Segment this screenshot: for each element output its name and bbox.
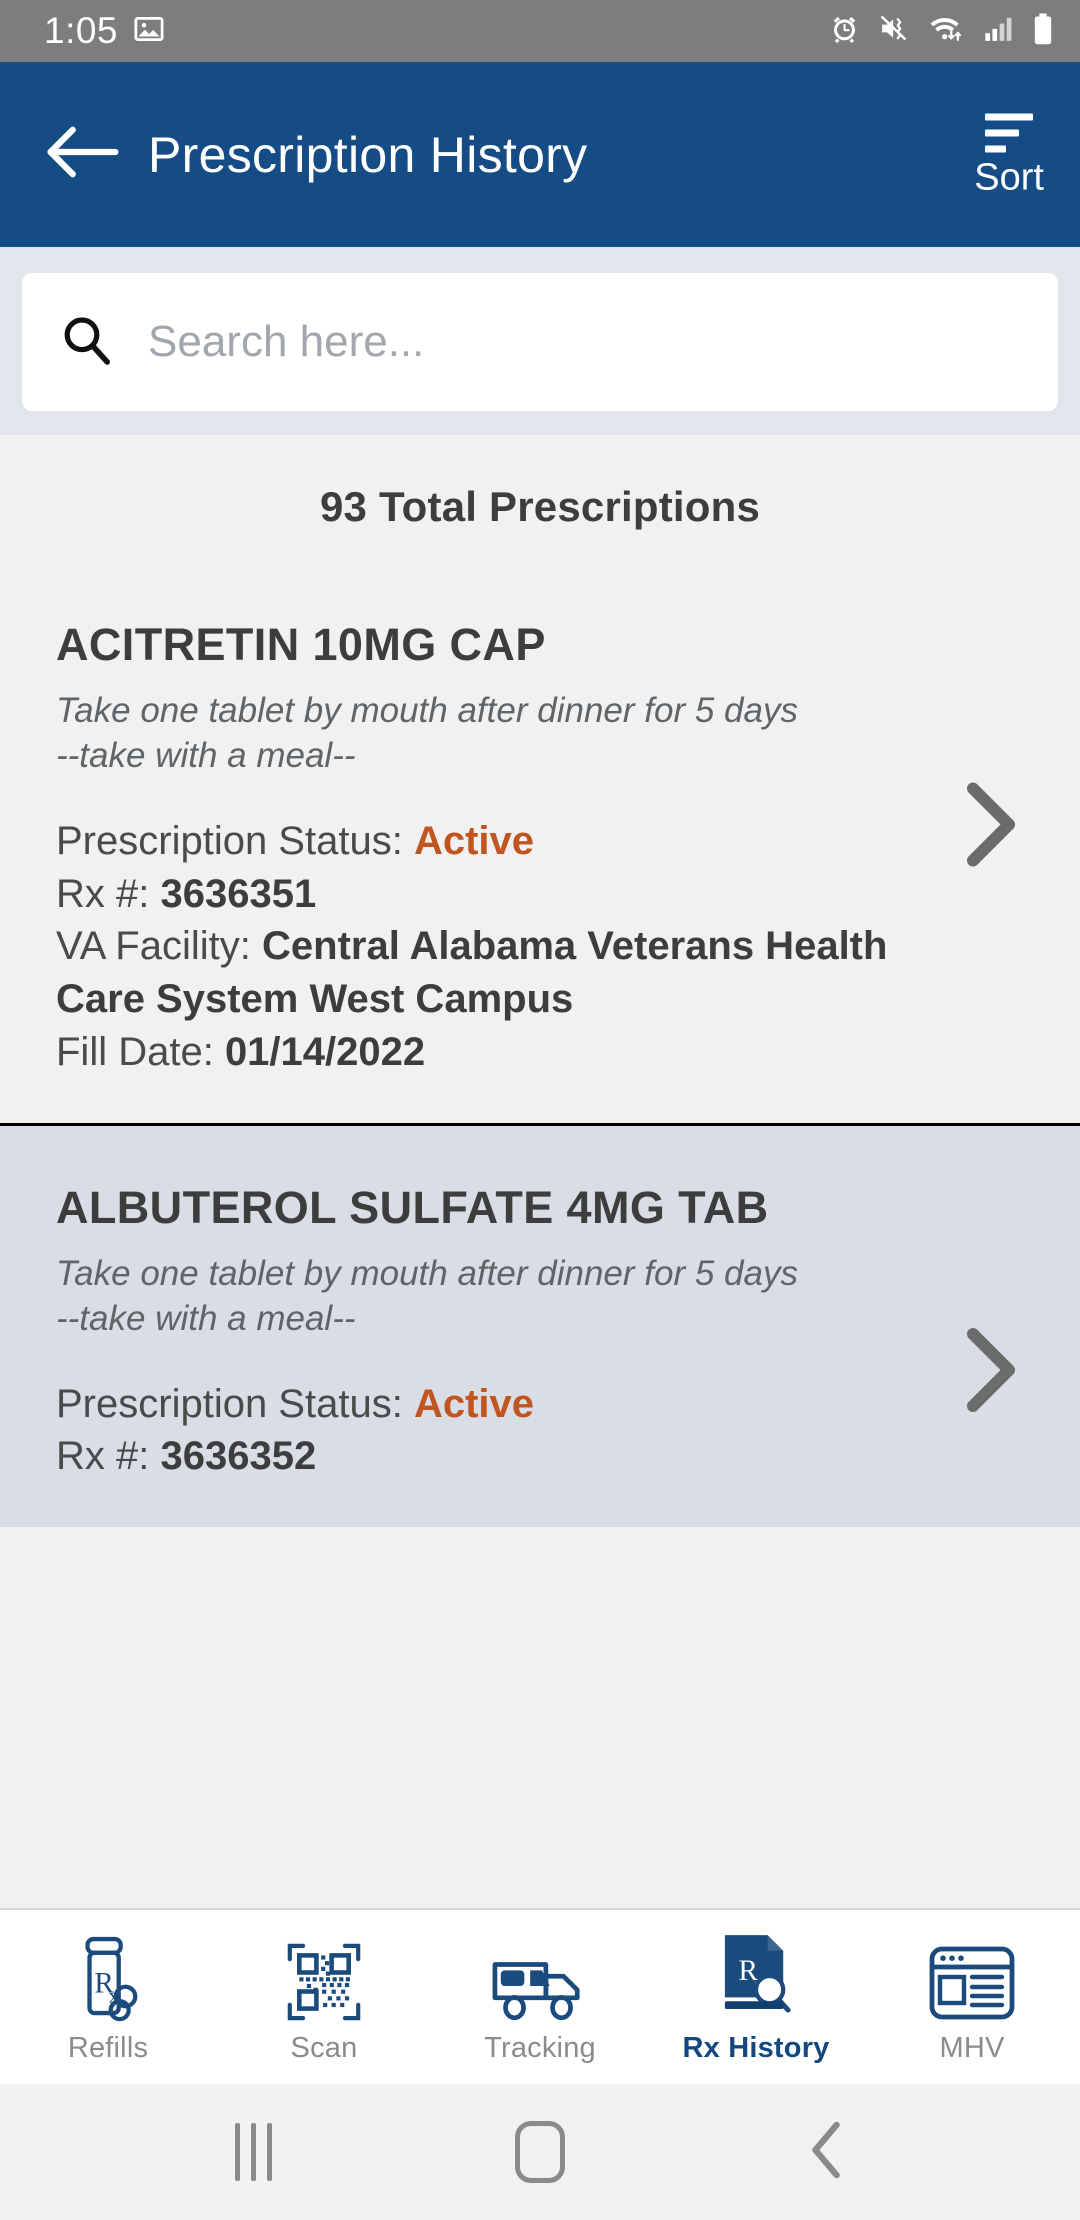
prescription-sig-line2: --take with a meal-- [56,735,356,775]
prescription-sig-line1: Take one tablet by mouth after dinner fo… [56,691,798,731]
prescription-sig: Take one tablet by mouth after dinner fo… [56,1252,816,1342]
rx-number-row: Rx #: 3636352 [56,1430,816,1483]
prescription-sig-line2: --take with a meal-- [56,1298,356,1338]
status-label: Prescription Status: [56,818,403,863]
recents-icon [234,2123,272,2181]
prescription-card[interactable]: ACITRETIN 10MG CAP Take one tablet by mo… [0,531,1080,1123]
status-badge: Active [413,1381,535,1426]
pill-bottle-rx-icon: Rx [71,1930,145,2022]
tab-mhv[interactable]: MHV [864,1910,1080,2084]
fill-date-label: Fill Date: [56,1029,214,1074]
sort-label: Sort [974,156,1044,198]
tab-refills[interactable]: Rx Refills [0,1910,216,2084]
prescription-sig-line1: Take one tablet by mouth after dinner fo… [56,1253,798,1293]
status-bar-clock: 1:05 [44,10,119,51]
status-label: Prescription Status: [56,1381,403,1426]
tab-label-mhv: MHV [939,2031,1005,2064]
search-input[interactable]: Search here... [148,317,424,367]
qr-code-icon [286,1930,362,2022]
rx-number-label: Rx #: [56,871,150,916]
status-badge: Active [413,818,535,863]
status-bar-left: 1:05 [44,10,164,52]
search-box[interactable]: Search here... [22,273,1058,411]
tab-label-rx-history: Rx History [682,2031,830,2064]
prescription-name: ALBUTEROL SULFATE 4MG TAB [56,1181,769,1233]
prescription-sig: Take one tablet by mouth after dinner fo… [56,689,901,779]
chevron-right-icon[interactable] [960,1324,1022,1421]
prescription-card-body: ALBUTEROL SULFATE 4MG TAB Take one table… [56,1182,816,1483]
bottom-tab-bar: Rx Refills Scan Tracking R Rx History MH… [0,1908,1080,2084]
prescription-list[interactable]: 93 Total Prescriptions ACITRETIN 10MG CA… [0,435,1080,1908]
rx-number-label: Rx #: [56,1434,150,1479]
home-icon [514,2121,565,2183]
vibrate-icon [878,12,911,50]
prescription-fields: Prescription Status: Active Rx #: 363635… [56,815,901,1079]
recents-button[interactable] [193,2092,313,2212]
prescription-card[interactable]: ALBUTEROL SULFATE 4MG TAB Take one table… [0,1122,1080,1528]
tab-scan[interactable]: Scan [216,1910,432,2084]
status-row: Prescription Status: Active [56,1378,816,1431]
browser-window-icon [928,1930,1016,2022]
tab-label-refills: Refills [67,2031,149,2064]
system-navigation-bar [0,2084,1080,2220]
rx-document-search-icon: R x [721,1930,791,2022]
prescription-card-body: ACITRETIN 10MG CAP Take one tablet by mo… [56,619,901,1079]
rx-number-value: 3636351 [160,871,317,916]
page-title: Prescription History [148,126,588,183]
fill-date-value: 01/14/2022 [224,1029,426,1074]
phone-screen: 1:05 Prescription History Sort Search he… [0,0,1080,2220]
search-section: Search here... [0,247,1080,435]
tab-label-tracking: Tracking [484,2031,596,2064]
facility-label: VA Facility: [56,924,251,969]
sort-button[interactable]: Sort [974,113,1044,196]
rx-number-value: 3636352 [160,1434,317,1479]
tab-rx-history[interactable]: R x Rx History [648,1910,864,2084]
tab-tracking[interactable]: Tracking [432,1910,648,2084]
battery-icon [1032,12,1054,51]
sort-icon [985,113,1034,152]
search-icon [58,312,114,373]
tab-label-scan: Scan [290,2031,358,2064]
back-button-system[interactable] [767,2092,887,2212]
image-icon [134,14,164,49]
delivery-truck-icon [491,1930,589,2022]
prescription-fields: Prescription Status: Active Rx #: 363635… [56,1378,816,1484]
signal-icon [982,12,1015,50]
status-row: Prescription Status: Active [56,815,901,868]
alarm-icon [828,12,861,50]
prescription-name: ACITRETIN 10MG CAP [56,619,546,670]
back-chevron-icon [807,2119,847,2186]
app-bar: Prescription History Sort [0,62,1080,247]
chevron-right-icon[interactable] [960,778,1022,875]
facility-row: VA Facility: Central Alabama Veterans He… [56,920,901,1026]
home-button[interactable] [480,2092,600,2212]
status-bar-right [828,12,1054,51]
fill-date-row: Fill Date: 01/14/2022 [56,1026,901,1079]
back-arrow-icon [45,124,119,185]
status-bar: 1:05 [0,0,1080,62]
rx-number-row: Rx #: 3636351 [56,868,901,921]
wifi-icon [928,12,965,50]
back-button[interactable] [40,113,124,197]
total-prescriptions-label: 93 Total Prescriptions [319,483,761,530]
